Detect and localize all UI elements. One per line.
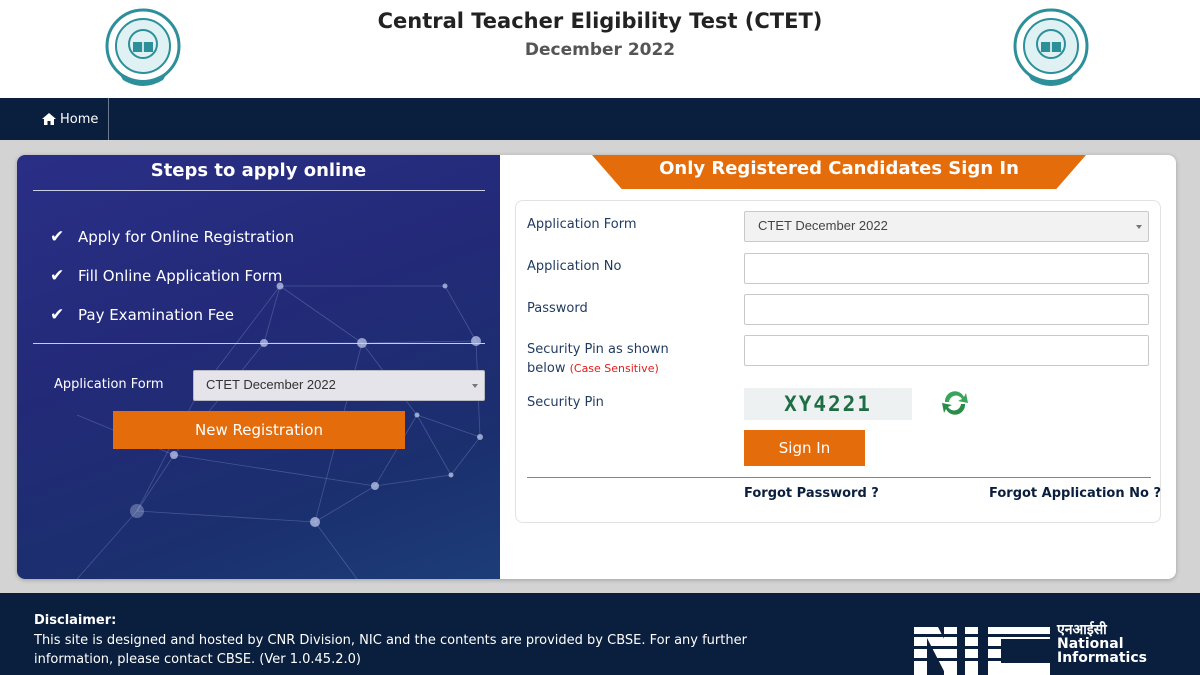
steps-divider-bottom xyxy=(33,343,485,344)
disclaimer-line: This site is designed and hosted by CNR … xyxy=(34,633,747,648)
check-icon: ✔ xyxy=(50,265,65,286)
application-no-label: Application No xyxy=(527,259,622,274)
security-pin-shown-label: Security Pin as shown xyxy=(527,342,669,357)
captcha-image: XY4221 xyxy=(744,388,912,420)
check-icon: ✔ xyxy=(50,304,65,325)
nav-home-label: Home xyxy=(60,111,99,127)
application-no-input[interactable] xyxy=(744,253,1149,284)
step-item: ✔ Pay Examination Fee xyxy=(50,295,294,334)
cbse-logo-right xyxy=(1013,8,1089,86)
step-item: ✔ Apply for Online Registration xyxy=(50,217,294,256)
main-panel: Steps to apply online ✔ Apply for Online … xyxy=(17,155,1176,579)
chevron-down-icon xyxy=(472,384,478,388)
security-pin-shown-label-2: below (Case Sensitive) xyxy=(527,361,659,376)
chevron-down-icon xyxy=(1136,225,1142,229)
home-icon xyxy=(42,113,56,125)
site-footer: Disclaimer: This site is designed and ho… xyxy=(0,593,1200,675)
sign-in-button[interactable]: Sign In xyxy=(744,430,865,466)
step-label: Apply for Online Registration xyxy=(78,227,295,246)
steps-divider-top xyxy=(33,190,485,191)
steps-list: ✔ Apply for Online Registration ✔ Fill Onl… xyxy=(50,217,294,334)
application-form-label: Application Form xyxy=(54,377,164,392)
forgot-password-link[interactable]: Forgot Password ? xyxy=(744,486,879,501)
sign-in-banner-text: Only Registered Candidates Sign In xyxy=(659,158,1019,179)
step-item: ✔ Fill Online Application Form xyxy=(50,256,294,295)
case-sensitive-note: (Case Sensitive) xyxy=(569,362,659,375)
refresh-icon[interactable] xyxy=(939,387,971,419)
signin-application-form-label: Application Form xyxy=(527,217,637,232)
nic-hindi-text: एनआईसी xyxy=(1057,622,1107,638)
signin-application-form-select[interactable]: CTET December 2022 xyxy=(744,211,1149,242)
password-input[interactable] xyxy=(744,294,1149,325)
security-pin-input[interactable] xyxy=(744,335,1149,366)
sign-in-divider xyxy=(527,477,1151,478)
signin-application-form-value: CTET December 2022 xyxy=(758,218,888,233)
nav-home-link[interactable]: Home xyxy=(34,98,109,140)
security-pin-below-text: below xyxy=(527,361,566,376)
site-header: Central Teacher Eligibility Test (CTET) … xyxy=(0,0,1200,98)
disclaimer-heading: Disclaimer: xyxy=(34,613,117,628)
forgot-application-no-link[interactable]: Forgot Application No ? xyxy=(989,486,1161,501)
step-label: Pay Examination Fee xyxy=(78,305,234,324)
application-form-select-value: CTET December 2022 xyxy=(206,377,336,392)
password-label: Password xyxy=(527,301,588,316)
steps-title: Steps to apply online xyxy=(150,160,367,181)
disclaimer-line: information, please contact CBSE. (Ver 1… xyxy=(34,652,361,667)
top-navbar: Home xyxy=(0,98,1200,140)
application-form-select[interactable]: CTET December 2022 xyxy=(193,370,485,401)
disclaimer-text: This site is designed and hosted by CNR … xyxy=(34,631,754,669)
nic-text-line: Informatics xyxy=(1057,650,1147,666)
steps-panel: Steps to apply online ✔ Apply for Online … xyxy=(17,155,500,579)
new-registration-button[interactable]: New Registration xyxy=(113,411,405,449)
nic-wordmark: एनआईसी National Informatics xyxy=(1057,623,1147,665)
nic-logo xyxy=(914,627,1050,675)
nic-text-line: National xyxy=(1057,636,1124,652)
step-label: Fill Online Application Form xyxy=(78,266,283,285)
check-icon: ✔ xyxy=(50,226,65,247)
security-pin-label: Security Pin xyxy=(527,395,604,410)
